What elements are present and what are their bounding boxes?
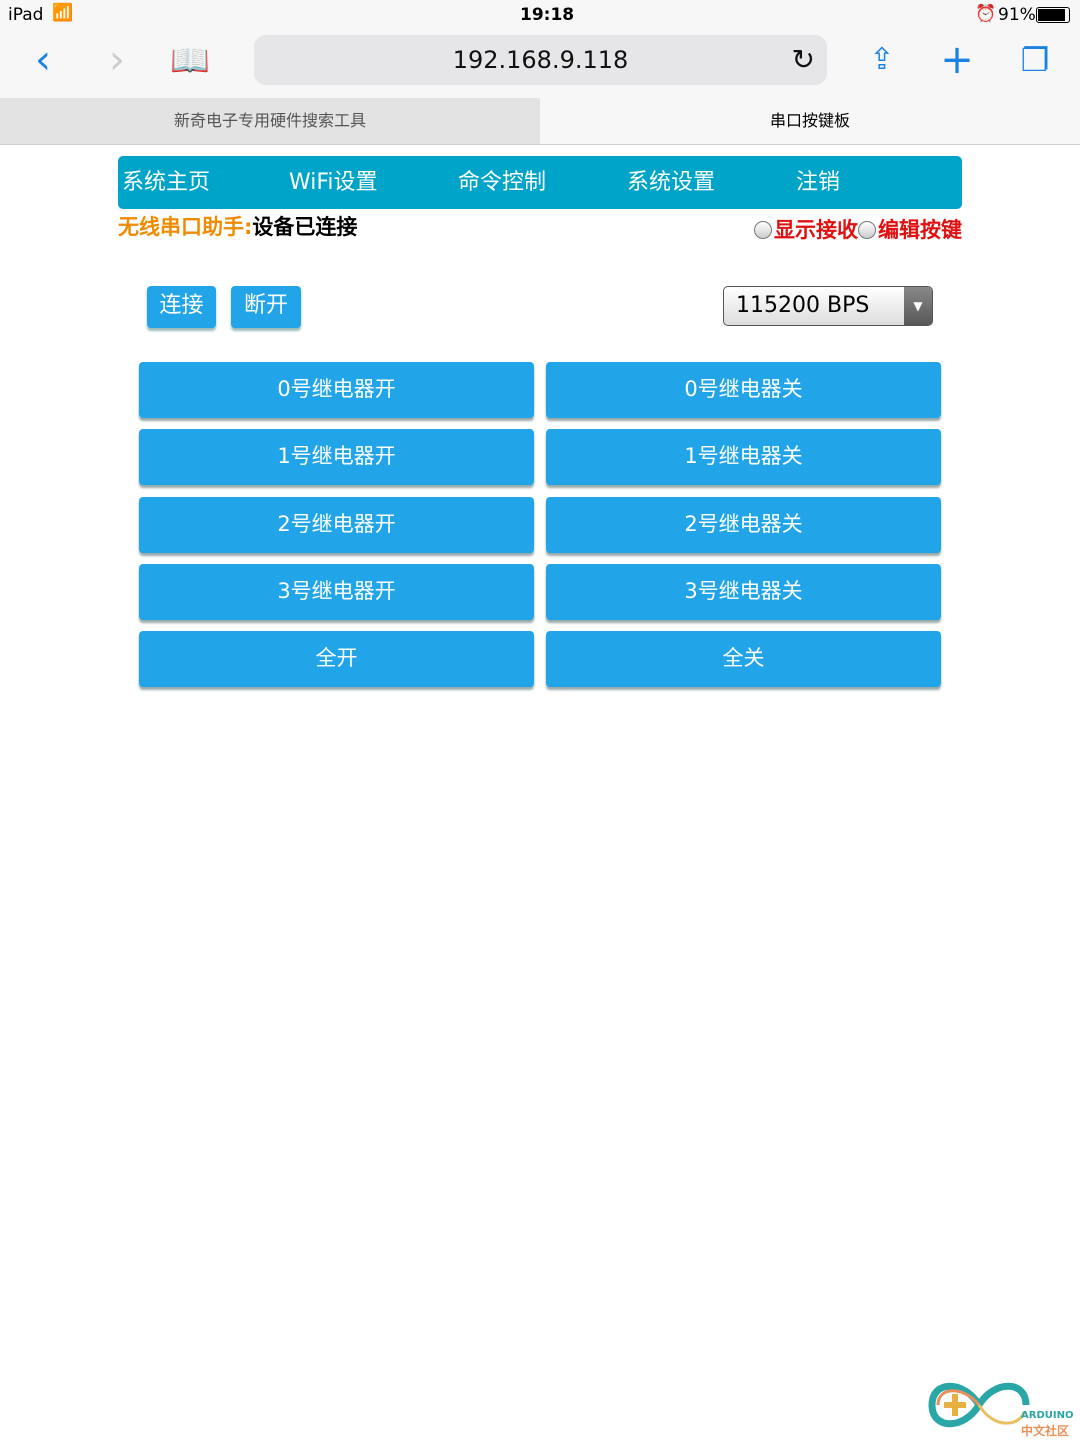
show-receive-label[interactable]: 显示接收 [774, 218, 858, 242]
tab-strip: 新奇电子专用硬件搜索工具 × 串口按键板 [0, 98, 1080, 145]
infinity-logo-icon [928, 1382, 1030, 1428]
disconnect-button[interactable]: 断开 [231, 286, 301, 328]
relay-3-off-button[interactable]: 3号继电器关 [546, 564, 941, 620]
wifi-icon: 📶 [52, 3, 74, 23]
all-on-button[interactable]: 全开 [139, 631, 534, 687]
baud-rate-select[interactable]: 115200 BPS ▼ [723, 286, 933, 326]
status-label: 无线串口助手: [118, 215, 253, 239]
logo-text: ARDUINO [1021, 1410, 1074, 1421]
status-value: 设备已连接 [252, 215, 358, 239]
relay-1-off-button[interactable]: 1号继电器关 [546, 429, 941, 485]
address-bar[interactable]: 192.168.9.118 ↻ [254, 35, 827, 85]
relay-0-on-button[interactable]: 0号继电器开 [139, 362, 534, 418]
nav-settings[interactable]: 系统设置 [627, 156, 715, 209]
logo-subtext: 中文社区 [1021, 1424, 1070, 1438]
connection-status: 无线串口助手:设备已连接 [118, 212, 357, 242]
back-icon[interactable]: ‹ [18, 30, 68, 90]
new-tab-icon[interactable]: + [932, 30, 982, 90]
nav-logout[interactable]: 注销 [796, 156, 840, 209]
battery-percent: 91% [998, 5, 1036, 25]
tabs-icon[interactable]: ❐ [1010, 30, 1060, 90]
edit-keys-label[interactable]: 编辑按键 [878, 218, 962, 242]
share-icon[interactable]: ⇪ [857, 30, 907, 90]
url-text: 192.168.9.118 [452, 46, 629, 74]
battery-icon [1036, 7, 1070, 23]
dropdown-arrow-icon: ▼ [904, 287, 932, 325]
arduino-logo: ARDUINO 中文社区 [924, 1372, 1080, 1440]
all-off-button[interactable]: 全关 [546, 631, 941, 687]
alarm-icon: ⏰ [975, 4, 997, 24]
nav-wifi[interactable]: WiFi设置 [289, 156, 378, 209]
main-nav: 系统主页 WiFi设置 命令控制 系统设置 注销 [118, 156, 962, 209]
status-bar: iPad 📶 19:18 ⏰ 91% [0, 0, 1080, 30]
clock: 19:18 [520, 5, 575, 25]
tab-serial-keypad[interactable]: 串口按键板 [540, 98, 1080, 144]
show-receive-radio[interactable] [754, 221, 772, 239]
browser-toolbar: ‹ › 📖 192.168.9.118 ↻ ⇪ + ❐ [0, 30, 1080, 98]
edit-keys-radio[interactable] [858, 221, 876, 239]
reload-icon[interactable]: ↻ [792, 35, 815, 85]
tab-search-tool[interactable]: 新奇电子专用硬件搜索工具 [0, 98, 540, 144]
relay-0-off-button[interactable]: 0号继电器关 [546, 362, 941, 418]
connect-button[interactable]: 连接 [147, 286, 216, 328]
relay-3-on-button[interactable]: 3号继电器开 [139, 564, 534, 620]
relay-2-off-button[interactable]: 2号继电器关 [546, 497, 941, 553]
bookmarks-icon[interactable]: 📖 [165, 30, 215, 90]
relay-1-on-button[interactable]: 1号继电器开 [139, 429, 534, 485]
nav-command[interactable]: 命令控制 [458, 156, 546, 209]
options: 显示接收 编辑按键 [754, 215, 962, 245]
device-name: iPad [8, 5, 44, 25]
baud-value: 115200 BPS [736, 293, 870, 318]
relay-2-on-button[interactable]: 2号继电器开 [139, 497, 534, 553]
nav-home[interactable]: 系统主页 [122, 156, 210, 209]
forward-icon[interactable]: › [92, 30, 142, 90]
